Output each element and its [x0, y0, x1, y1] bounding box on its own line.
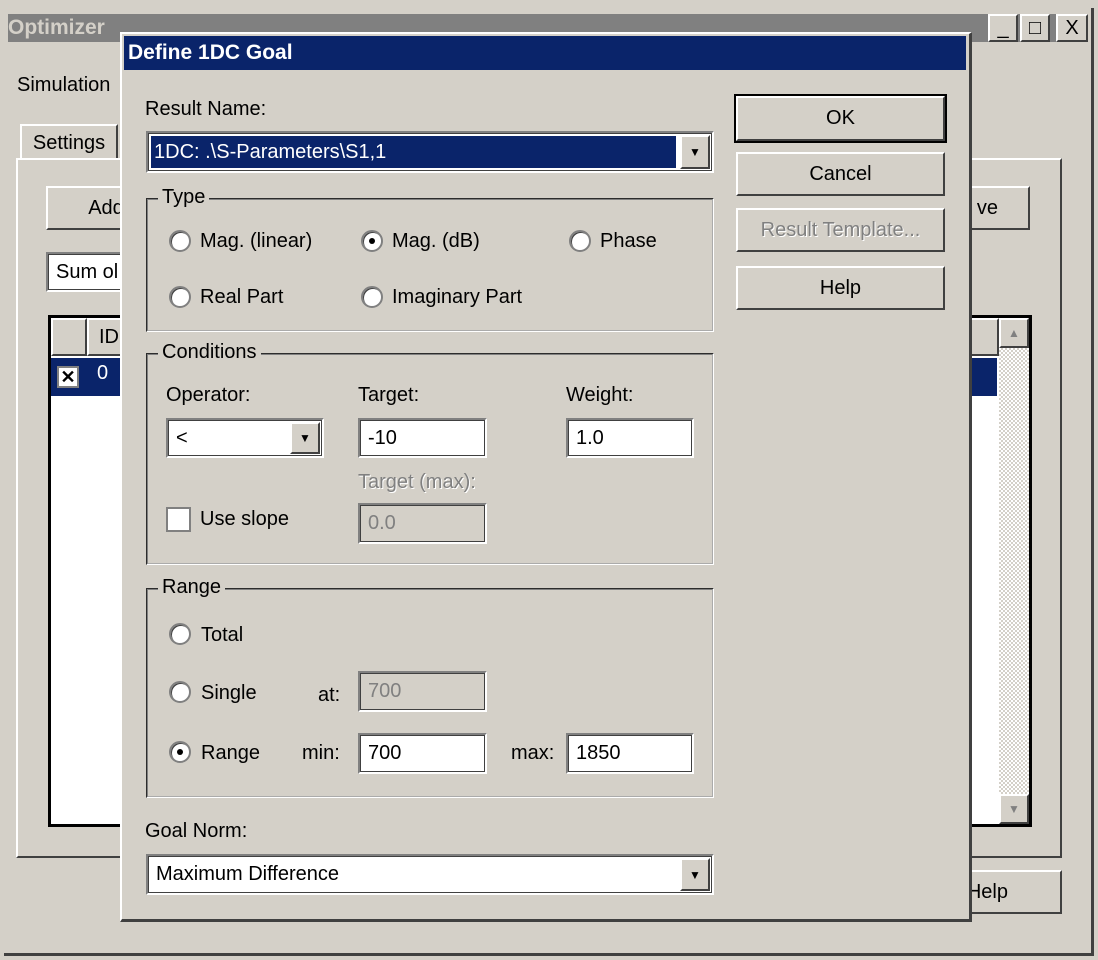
weight-label: Weight:: [566, 384, 634, 406]
row-id: 0: [97, 362, 109, 384]
radio-label: Phase: [600, 230, 657, 252]
radio-mag-linear[interactable]: [169, 230, 191, 252]
target-label: Target:: [358, 384, 420, 406]
min-label: min:: [302, 742, 340, 764]
minimize-button[interactable]: _: [988, 14, 1018, 42]
help-button[interactable]: Help: [736, 266, 945, 310]
range-max-input[interactable]: 1850: [566, 733, 694, 774]
goal-norm-select[interactable]: Maximum Difference ▼: [146, 854, 714, 895]
operator-label: Operator:: [166, 384, 251, 406]
radio-imaginary-part[interactable]: [361, 286, 383, 308]
radio-single[interactable]: [169, 681, 191, 703]
close-button[interactable]: X: [1056, 14, 1088, 42]
dialog-title-bar[interactable]: Define 1DC Goal: [124, 36, 966, 70]
cancel-button[interactable]: Cancel: [736, 152, 945, 196]
optimizer-title: Optimizer: [8, 16, 105, 39]
radio-real-part[interactable]: [169, 286, 191, 308]
use-slope-label: Use slope: [200, 508, 289, 530]
scrollbar[interactable]: ▲ ▼: [999, 318, 1029, 824]
goal-norm-label: Goal Norm:: [145, 820, 248, 842]
radio-label: Imaginary Part: [392, 286, 523, 308]
radio-total[interactable]: [169, 623, 191, 645]
chevron-down-icon[interactable]: ▼: [680, 135, 710, 169]
radio-label: Mag. (dB): [392, 230, 480, 252]
scroll-up-icon[interactable]: ▲: [999, 318, 1029, 348]
simulation-label: Simulation: [17, 74, 111, 96]
max-label: max:: [511, 742, 555, 764]
radio-label: Real Part: [200, 286, 284, 308]
result-name-value: 1DC: .\S-Parameters\S1,1: [151, 136, 676, 168]
operator-value: <: [176, 426, 188, 449]
total-label: Total: [201, 624, 244, 646]
at-label: at:: [318, 684, 341, 706]
single-label: Single: [201, 682, 257, 704]
type-group: Type: [146, 186, 714, 332]
radio-range[interactable]: [169, 741, 191, 763]
conditions-legend: Conditions: [158, 341, 261, 364]
range-legend: Range: [158, 576, 225, 599]
chevron-down-icon[interactable]: ▼: [290, 422, 320, 454]
radio-label: Mag. (linear): [200, 230, 313, 252]
target-input[interactable]: -10: [358, 418, 487, 458]
use-slope-checkbox[interactable]: [166, 507, 191, 532]
goal-norm-value: Maximum Difference: [156, 863, 340, 885]
ok-button[interactable]: OK: [734, 94, 947, 143]
range-min-input[interactable]: 700: [358, 733, 487, 774]
target-max-input[interactable]: 0.0: [358, 503, 487, 544]
target-max-label: Target (max):: [358, 471, 476, 493]
radio-phase[interactable]: [569, 230, 591, 252]
scroll-down-icon[interactable]: ▼: [999, 794, 1029, 824]
result-name-label: Result Name:: [145, 98, 267, 120]
single-at-input[interactable]: 700: [358, 671, 487, 712]
maximize-button[interactable]: □: [1020, 14, 1050, 42]
operator-select[interactable]: < ▼: [166, 418, 324, 458]
dialog-title: Define 1DC Goal: [128, 41, 293, 64]
radio-mag-db[interactable]: [361, 230, 383, 252]
type-legend: Type: [158, 186, 210, 209]
weight-input[interactable]: 1.0: [566, 418, 694, 458]
range-label: Range: [201, 742, 260, 764]
row-checkbox[interactable]: ✕: [57, 366, 79, 388]
chevron-down-icon[interactable]: ▼: [680, 858, 710, 891]
result-name-combo[interactable]: 1DC: .\S-Parameters\S1,1 ▼: [146, 131, 714, 173]
result-template-button[interactable]: Result Template...: [736, 208, 945, 252]
tab-settings[interactable]: Settings: [20, 124, 118, 160]
list-header-check: [51, 318, 87, 356]
